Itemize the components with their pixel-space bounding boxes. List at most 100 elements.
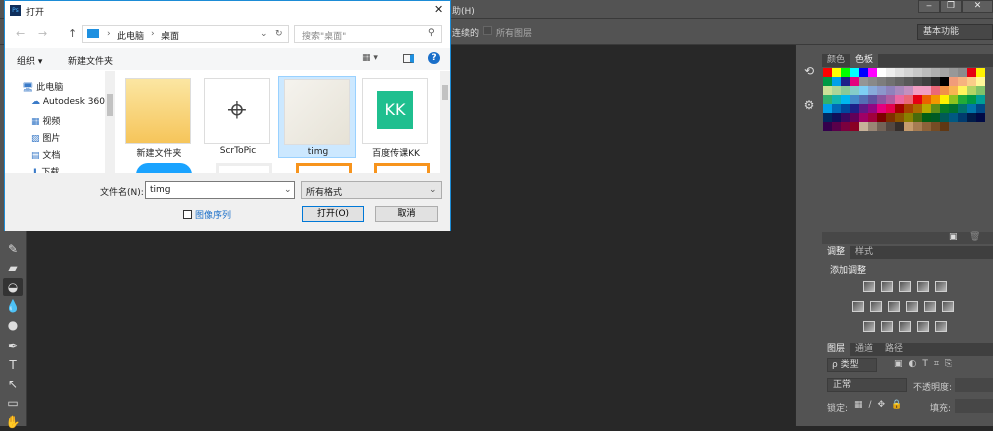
color-swatch[interactable]: [886, 77, 895, 86]
color-swatch[interactable]: [850, 86, 859, 95]
layer-filter-icons[interactable]: ▣◐T⌗⎘: [894, 359, 958, 369]
file-icon[interactable]: [374, 163, 430, 173]
color-swatch[interactable]: [895, 113, 904, 122]
color-swatch[interactable]: [868, 95, 877, 104]
color-swatch[interactable]: [877, 68, 886, 77]
color-swatch[interactable]: [922, 104, 931, 113]
color-swatch[interactable]: [886, 122, 895, 131]
color-swatch[interactable]: [841, 77, 850, 86]
dialog-close-button[interactable]: ✕: [434, 3, 443, 16]
opacity-input[interactable]: [955, 378, 993, 392]
filename-input[interactable]: timg ⌄: [145, 181, 295, 199]
adjustment-icon[interactable]: [899, 321, 911, 332]
color-swatch[interactable]: [895, 68, 904, 77]
fill-input[interactable]: [955, 399, 993, 413]
color-swatch[interactable]: [940, 86, 949, 95]
color-swatch[interactable]: [832, 77, 841, 86]
help-icon[interactable]: ?: [428, 52, 440, 64]
color-swatch[interactable]: [976, 86, 985, 95]
color-swatch[interactable]: [823, 113, 832, 122]
hand-tool-icon[interactable]: ✋: [3, 413, 23, 431]
document-icon[interactable]: [216, 163, 272, 173]
adjustment-icon[interactable]: [935, 321, 947, 332]
color-swatch[interactable]: [958, 77, 967, 86]
color-swatch[interactable]: [868, 68, 877, 77]
color-swatch[interactable]: [931, 113, 940, 122]
history-panel-icon[interactable]: ⟲: [799, 57, 819, 85]
adjustment-icon[interactable]: [935, 281, 947, 292]
color-swatch[interactable]: [841, 104, 850, 113]
color-swatch[interactable]: [877, 122, 886, 131]
color-swatch[interactable]: [940, 68, 949, 77]
menu-help[interactable]: 助(H): [452, 4, 475, 17]
color-swatch[interactable]: [949, 95, 958, 104]
color-swatch[interactable]: [922, 122, 931, 131]
adjustment-icon[interactable]: [881, 321, 893, 332]
color-swatch[interactable]: [832, 122, 841, 131]
blend-mode-select[interactable]: 正常: [827, 378, 907, 392]
adjustment-icon[interactable]: [888, 301, 900, 312]
color-swatch[interactable]: [868, 77, 877, 86]
up-button[interactable]: ↑: [68, 27, 77, 40]
color-swatch[interactable]: [859, 113, 868, 122]
color-swatch[interactable]: [976, 95, 985, 104]
color-swatch[interactable]: [976, 104, 985, 113]
adjustment-icon[interactable]: [942, 301, 954, 312]
color-swatch[interactable]: [832, 95, 841, 104]
color-swatch[interactable]: [967, 68, 976, 77]
color-swatch[interactable]: [904, 104, 913, 113]
adjustment-icon[interactable]: [899, 281, 911, 292]
color-swatch[interactable]: [913, 68, 922, 77]
color-swatch[interactable]: [841, 86, 850, 95]
color-swatch[interactable]: [859, 122, 868, 131]
color-swatch[interactable]: [940, 122, 949, 131]
color-swatch[interactable]: [931, 86, 940, 95]
tab-channels[interactable]: 通道: [850, 343, 878, 356]
pen-tool-icon[interactable]: ✒: [3, 337, 23, 355]
type-tool-icon[interactable]: T: [3, 356, 23, 374]
color-swatch[interactable]: [895, 77, 904, 86]
eraser-tool-icon[interactable]: ▰: [3, 259, 23, 277]
back-button[interactable]: ←: [16, 27, 25, 40]
adjustment-icon[interactable]: [881, 281, 893, 292]
path-selection-tool-icon[interactable]: ↖: [3, 375, 23, 393]
color-swatch[interactable]: [913, 86, 922, 95]
search-input[interactable]: 搜索"桌面" ⚲: [294, 25, 442, 43]
image-sequence-label[interactable]: 图像序列: [195, 208, 231, 221]
restore-button[interactable]: ❐: [940, 0, 962, 13]
color-swatch[interactable]: [895, 86, 904, 95]
color-swatch[interactable]: [886, 113, 895, 122]
adjustment-icon[interactable]: [906, 301, 918, 312]
image-sequence-checkbox[interactable]: [183, 210, 192, 219]
color-swatch[interactable]: [886, 86, 895, 95]
color-swatch[interactable]: [949, 86, 958, 95]
minimize-button[interactable]: ‒: [918, 0, 940, 13]
adjustment-icon[interactable]: [917, 281, 929, 292]
color-swatch[interactable]: [976, 113, 985, 122]
color-swatch[interactable]: [850, 113, 859, 122]
adjustment-icon[interactable]: [863, 281, 875, 292]
color-swatch[interactable]: [823, 95, 832, 104]
color-swatch[interactable]: [904, 77, 913, 86]
color-swatch[interactable]: [850, 95, 859, 104]
properties-panel-icon[interactable]: ⚙: [799, 91, 819, 119]
tab-swatches[interactable]: 色板: [850, 54, 879, 67]
color-swatch[interactable]: [823, 104, 832, 113]
color-swatch[interactable]: [931, 68, 940, 77]
nav-scrollbar[interactable]: [105, 71, 115, 173]
file-item[interactable]: ⌖ ScrToPic: [199, 76, 277, 158]
preview-pane-icon[interactable]: [403, 54, 414, 63]
color-swatch[interactable]: [859, 104, 868, 113]
color-swatch[interactable]: [823, 77, 832, 86]
tree-item[interactable]: ☁ Autodesk 360: [31, 97, 105, 107]
forward-button[interactable]: →: [38, 27, 47, 40]
color-swatch[interactable]: [940, 77, 949, 86]
color-swatch[interactable]: [949, 77, 958, 86]
color-swatch[interactable]: [949, 104, 958, 113]
color-swatch[interactable]: [976, 77, 985, 86]
color-swatch[interactable]: [841, 113, 850, 122]
tree-item[interactable]: ▤ 文档: [31, 148, 60, 161]
color-swatch[interactable]: [958, 113, 967, 122]
color-swatch[interactable]: [877, 95, 886, 104]
color-swatch[interactable]: [913, 122, 922, 131]
